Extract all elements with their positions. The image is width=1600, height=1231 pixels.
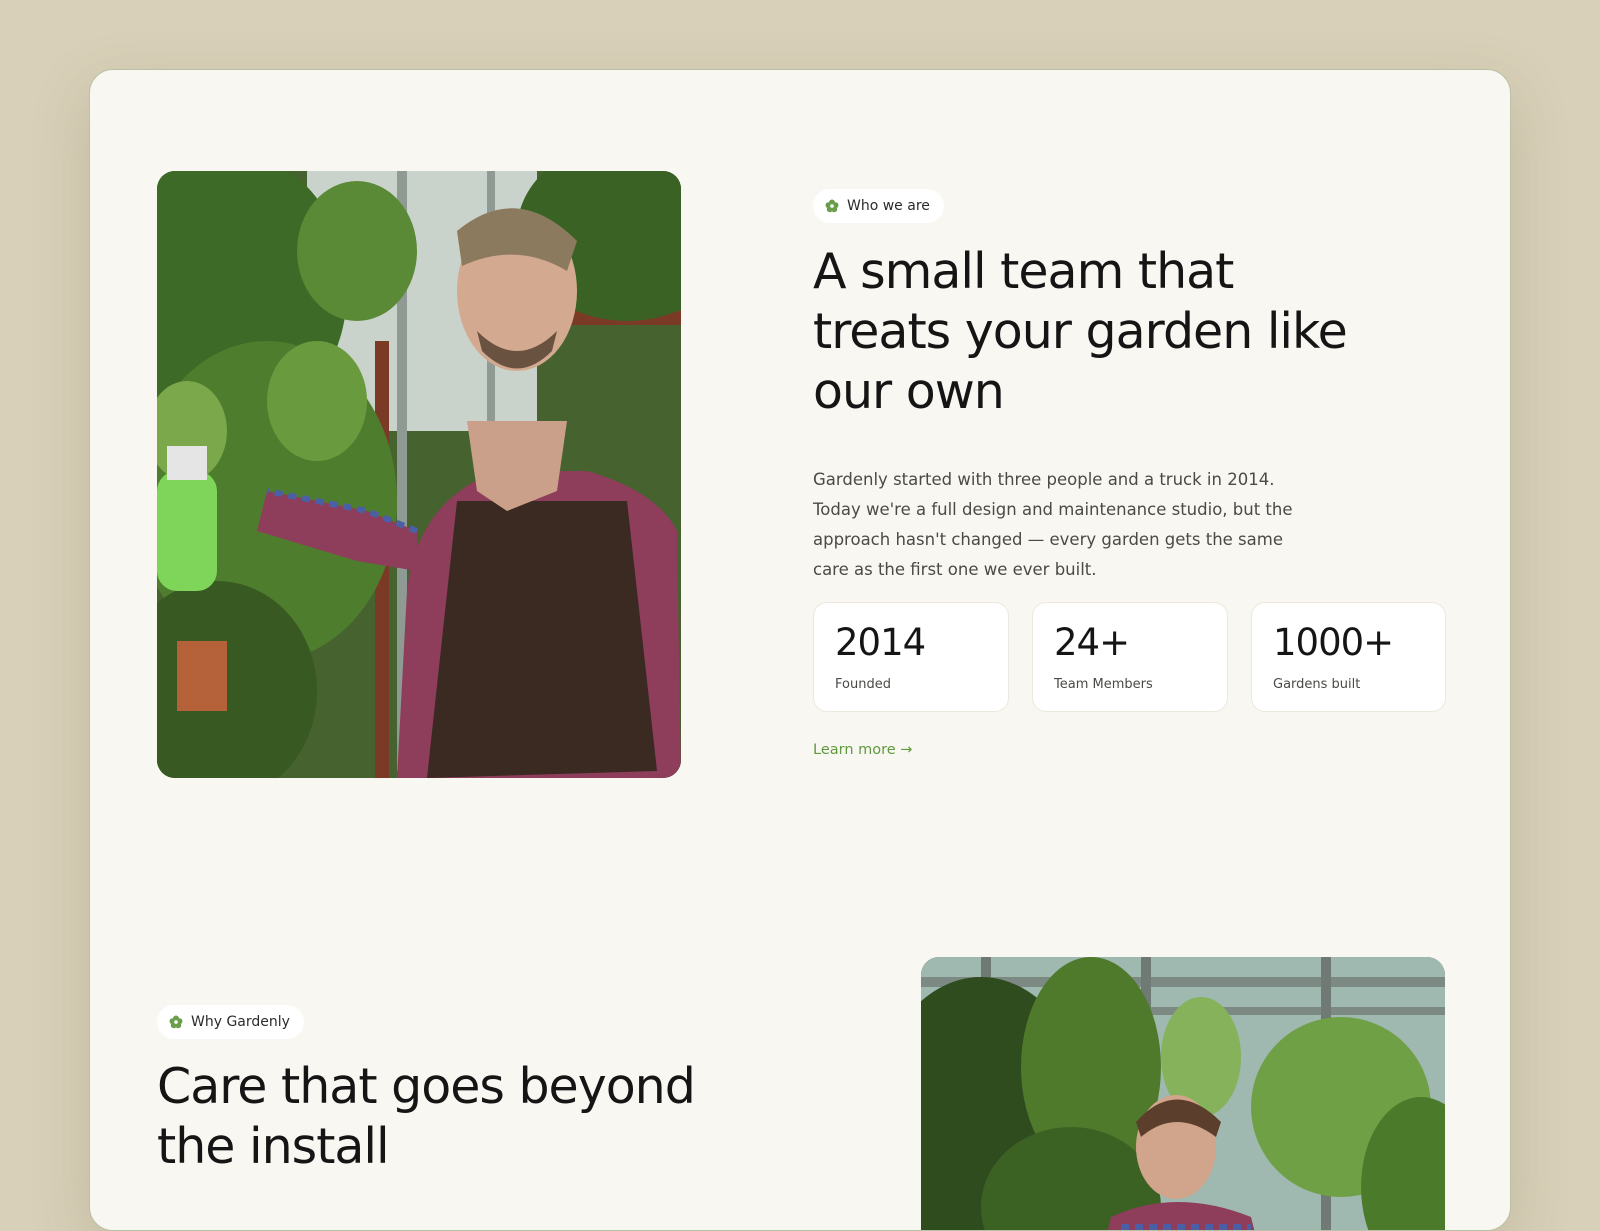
learn-more-link[interactable]: Learn more → <box>813 742 912 758</box>
stat-card-gardens: 1000+ Gardens built <box>1251 602 1446 712</box>
stat-value: 24+ <box>1054 621 1130 664</box>
stat-label: Team Members <box>1054 677 1153 692</box>
stat-label: Founded <box>835 677 891 692</box>
flower-icon <box>169 1015 183 1029</box>
section-badge: Who we are <box>813 189 944 223</box>
gardener-watering-photo <box>157 171 681 778</box>
gardener-greenhouse-photo <box>921 957 1445 1230</box>
stats-row: 2014 Founded 24+ Team Members 1000+ Gard… <box>813 602 1446 714</box>
section-badge-label: Why Gardenly <box>191 1014 290 1030</box>
about-description: Gardenly started with three people and a… <box>813 469 1293 579</box>
section-badge-why: Why Gardenly <box>157 1005 304 1039</box>
section-badge-label: Who we are <box>847 198 930 214</box>
flower-icon <box>825 199 839 213</box>
about-section-card: Who we are A small team that treats your… <box>89 69 1511 1231</box>
why-headline: Care that goes beyond the install <box>157 1058 696 1175</box>
stat-value: 2014 <box>835 621 926 664</box>
stat-value: 1000+ <box>1273 621 1394 664</box>
about-headline: A small team that treats your garden lik… <box>813 243 1348 420</box>
stat-label: Gardens built <box>1273 677 1361 692</box>
stat-card-founded: 2014 Founded <box>813 602 1009 712</box>
stat-card-team: 24+ Team Members <box>1032 602 1228 712</box>
